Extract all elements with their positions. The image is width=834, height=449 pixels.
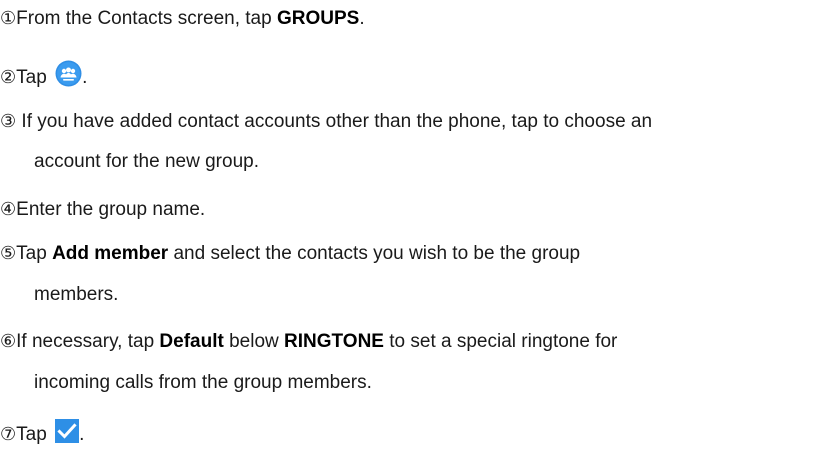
step-5-number: ⑤	[0, 243, 17, 264]
step-1: ①From the Contacts screen, tap GROUPS.	[0, 8, 365, 30]
step-5-bold-add-member: Add member	[52, 243, 169, 264]
step-3: ③ If you have added contact accounts oth…	[0, 111, 652, 133]
step-4: ④Enter the group name.	[0, 199, 205, 221]
step-1-period: .	[359, 8, 365, 29]
step-6-text-rest: to set a special ringtone for	[383, 331, 618, 352]
step-3-number: ③	[0, 111, 17, 132]
step-7-period: .	[79, 424, 85, 445]
step-6-text: If necessary, tap	[16, 331, 160, 352]
step-4-text: Enter the group name.	[16, 199, 206, 220]
step-1-bold-groups: GROUPS	[276, 8, 360, 29]
step-1-text: From the Contacts screen, tap	[16, 8, 277, 29]
step-6-bold-ringtone: RINGTONE	[284, 331, 384, 352]
step-6-continuation: incoming calls from the group members.	[34, 372, 372, 393]
step-3-text: If you have added contact accounts other…	[16, 111, 653, 132]
step-5-continuation: members.	[34, 284, 119, 305]
step-2: ②Tap .	[0, 60, 87, 88]
step-6-text-mid: below	[223, 331, 285, 352]
step-7-text: Tap	[16, 424, 53, 445]
step-6: ⑥If necessary, tap Default below RINGTON…	[0, 331, 617, 353]
step-6-number: ⑥	[0, 331, 17, 352]
step-4-number: ④	[0, 199, 17, 220]
step-1-number: ①	[0, 8, 17, 29]
instructions-page: ①From the Contacts screen, tap GROUPS. ②…	[0, 0, 834, 448]
step-6-bold-default: Default	[159, 331, 224, 352]
step-7-number: ⑦	[0, 424, 17, 445]
step-7: ⑦Tap .	[0, 419, 84, 445]
step-2-number: ②	[0, 67, 17, 88]
step-5-text-rest: and select the contacts you wish to be t…	[168, 243, 581, 264]
step-2-text: Tap	[16, 67, 53, 88]
checkmark-icon	[55, 419, 80, 443]
step-3-continuation: account for the new group.	[34, 151, 259, 172]
step-5-text: Tap	[16, 243, 53, 264]
add-group-icon	[55, 60, 82, 87]
step-5: ⑤Tap Add member and select the contacts …	[0, 243, 580, 265]
step-2-period: .	[82, 67, 88, 88]
